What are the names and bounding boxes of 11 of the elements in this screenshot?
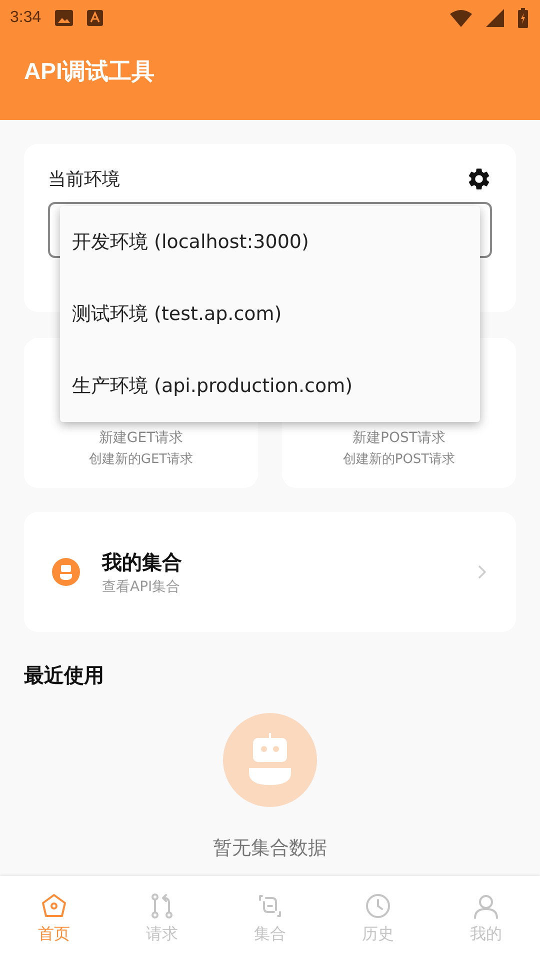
collection-title: 我的集合 bbox=[102, 548, 183, 576]
action-title: 新建POST请求 bbox=[352, 429, 446, 447]
empty-message: 暂无集合数据 bbox=[213, 836, 327, 861]
section-heading: 最近使用 bbox=[24, 662, 105, 689]
status-time: 3:34 bbox=[10, 9, 42, 27]
environment-label: 当前环境 bbox=[48, 168, 120, 191]
action-title: 新建GET请求 bbox=[98, 429, 184, 447]
app-title: API调试工具 bbox=[24, 57, 156, 86]
action-subtitle: 创建新的POST请求 bbox=[342, 451, 456, 468]
action-subtitle: 创建新的GET请求 bbox=[88, 451, 194, 468]
collection-subtitle: 查看API集合 bbox=[102, 578, 182, 596]
